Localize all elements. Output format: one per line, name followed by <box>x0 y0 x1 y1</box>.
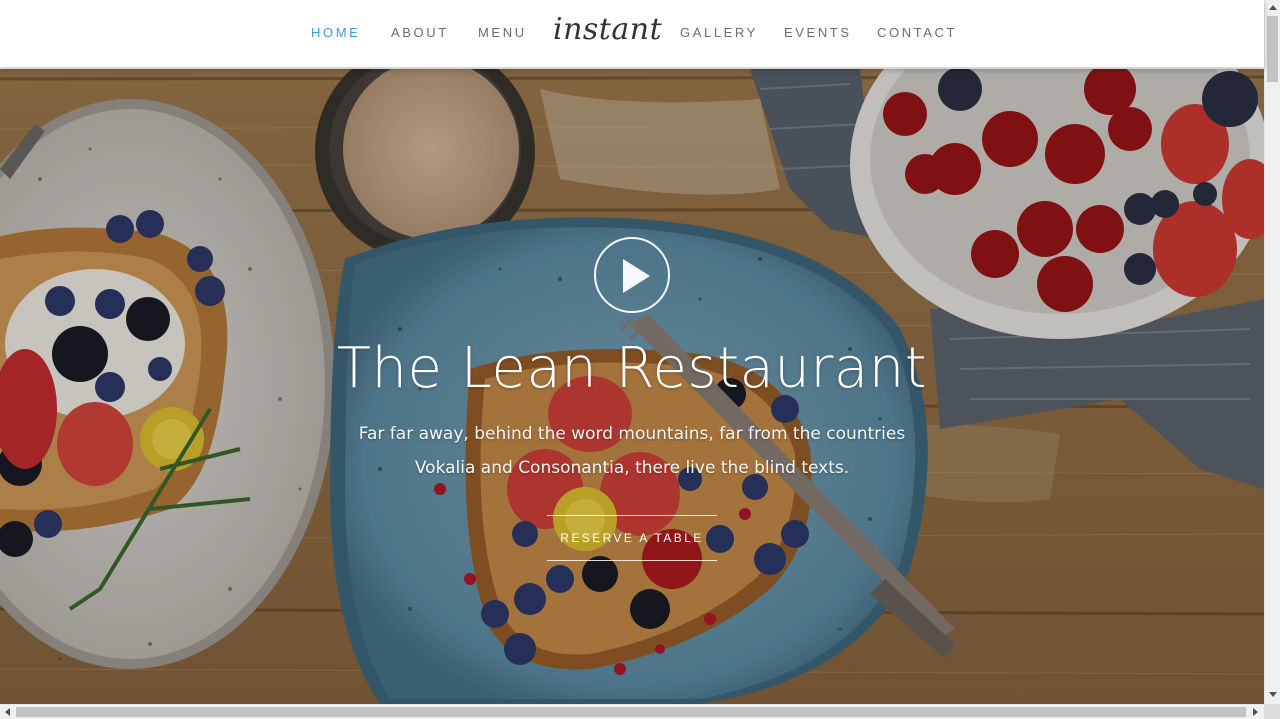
site-logo[interactable]: instant <box>553 10 662 50</box>
scroll-down-arrow-icon[interactable] <box>1269 692 1277 697</box>
vertical-scroll-thumb[interactable] <box>1267 16 1278 82</box>
scrollbar-corner <box>1264 704 1280 719</box>
video-play-button[interactable] <box>594 237 670 313</box>
nav-home-link[interactable]: HOME <box>311 26 360 40</box>
hero-description: Far far away, behind the word mountains,… <box>358 424 906 478</box>
horizontal-scroll-thumb[interactable] <box>16 707 1246 717</box>
nav-menu-link[interactable]: MENU <box>478 26 527 40</box>
top-navigation-bar: HOME ABOUT MENU instant GALLERY EVENTS C… <box>0 0 1264 68</box>
vertical-scrollbar[interactable] <box>1264 0 1280 704</box>
horizontal-scrollbar[interactable] <box>0 704 1264 719</box>
scroll-left-arrow-icon[interactable] <box>5 708 10 716</box>
nav-about-link[interactable]: ABOUT <box>391 26 449 40</box>
scroll-up-arrow-icon[interactable] <box>1269 5 1277 10</box>
nav-gallery-link[interactable]: GALLERY <box>680 26 758 40</box>
hero-section: The Lean Restaurant Far far away, behind… <box>0 69 1264 704</box>
nav-contact-link[interactable]: CONTACT <box>877 26 957 40</box>
scroll-right-arrow-icon[interactable] <box>1253 708 1258 716</box>
hero-title: The Lean Restaurant <box>336 336 928 401</box>
nav-events-link[interactable]: EVENTS <box>784 26 852 40</box>
logo-text: instant <box>553 12 663 47</box>
reserve-table-button[interactable]: RESERVE A TABLE <box>547 515 717 561</box>
play-icon <box>623 259 650 293</box>
